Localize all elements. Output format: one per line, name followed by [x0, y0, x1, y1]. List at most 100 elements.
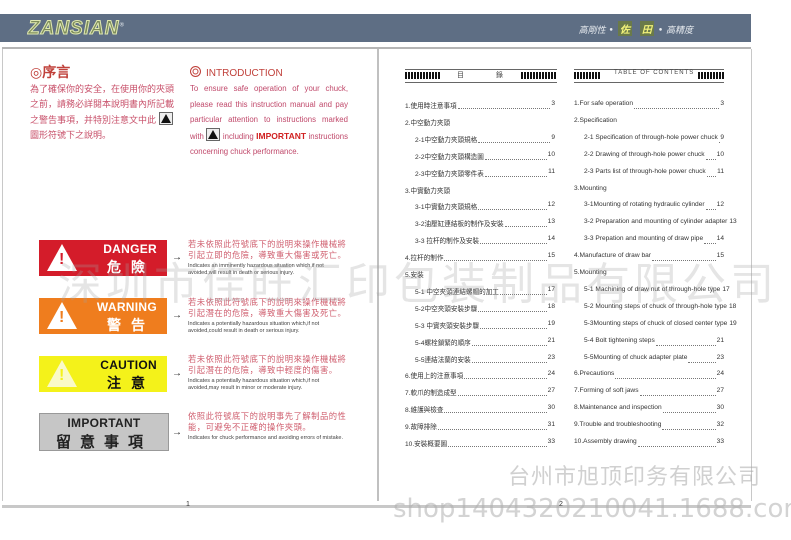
- toc-leader-dots: [484, 168, 548, 177]
- toc-leader-dots: [457, 387, 547, 397]
- toc-entry-title: 8.Maintenance and inspection: [574, 404, 662, 412]
- toc-leader-dots: [478, 134, 551, 143]
- watermark-url: shop1404320210041.1688.com: [393, 494, 791, 524]
- introduction-body: To ensure safe operation of your chuck, …: [190, 84, 348, 156]
- toc-entry-title: 5-5連結法蘭的安裝: [415, 356, 471, 364]
- toc-entry-page: 13: [729, 218, 737, 226]
- introduction-title: INTRODUCTION: [190, 66, 283, 79]
- toc-entry-title: 10.Assembly drawing: [574, 438, 637, 445]
- toc-leader-dots: [706, 168, 717, 177]
- preface-body: 為了確保你的安全，在使用你的夾頭之前，請務必詳閱本說明書內所記載之警告事項，并特…: [30, 84, 175, 140]
- toc-entry-page: 31: [547, 421, 555, 429]
- toc-leader-dots: [471, 337, 547, 346]
- toc-entry: 7.Forming of soft jaws 27: [574, 387, 724, 399]
- toc-entry: 6.使用上的注意事項 24: [405, 370, 555, 382]
- toc-entry: 3-3 Prepation and mounting of draw pipe 1…: [584, 235, 724, 247]
- toc-entry: 3-1中實動力夾頭規格 12: [415, 201, 555, 213]
- toc-header-english: TABLE OF CONTENTS: [574, 69, 724, 83]
- toc-entry: 2-1 Specification of through-hole power …: [584, 134, 724, 146]
- toc-leader-dots: [471, 354, 547, 363]
- toc-entry: 8.Maintenance and inspection 30: [574, 404, 724, 416]
- toc-entry-title: 5-4 Bolt tightening steps: [584, 336, 655, 344]
- toc-entry-page: 33: [547, 438, 555, 445]
- caution-description: 若未依照此符號底下的說明來操作機械將引起潛在的危險，導致中輕度的傷害。 Indic…: [188, 354, 347, 391]
- toc-entry-title: 5-4螺栓鎖緊的順序: [415, 339, 471, 347]
- toc-entry-title: 7.軟爪的制造成型: [405, 390, 457, 398]
- toc-entry-title: 9.故障排除: [405, 424, 437, 432]
- toc-entry: 6.Precautions 24: [574, 370, 724, 382]
- header-slogan: 高剛性 • 佐田 • 高精度: [579, 21, 693, 36]
- toc-entry: 3-2油壓缸連結板的制作及安裝 13: [415, 218, 555, 230]
- toc-leader-dots: [705, 151, 716, 160]
- toc-leader-dots: [634, 100, 720, 109]
- toc-entry-title: 3.Mounting: [574, 184, 607, 192]
- toc-leader-dots: [688, 354, 716, 363]
- toc-entry: 5-5連結法蘭的安裝 23: [415, 354, 555, 366]
- toc-entry: 3-3 拉杆的制作及安裝 14: [415, 235, 555, 247]
- toc-entry-title: 9.Trouble and troubleshooting: [574, 421, 662, 429]
- toc-entry: 2-3 Parts list of through-hole power chu…: [584, 168, 724, 180]
- toc-entry-page: 13: [547, 218, 555, 226]
- toc-entry-title: 2-2中空動力夾頭構造圖: [415, 153, 484, 161]
- toc-entry-page: 27: [716, 387, 724, 395]
- toc-leader-dots: [437, 421, 547, 431]
- caution-sign: ! CAUTION 注意: [39, 356, 167, 392]
- toc-leader-dots: [662, 421, 716, 431]
- toc-leader-dots: [704, 235, 716, 245]
- watermark-center: 深圳市佳旺汇印包装制品有限公司: [58, 259, 778, 310]
- toc-entry-page: 24: [547, 370, 555, 378]
- toc-entry-page: 21: [547, 336, 555, 344]
- toc-entry-title: 3-2油壓缸連結板的制作及安裝: [415, 221, 504, 229]
- toc-entry-title: 3-3 Prepation and mounting of draw pipe: [584, 235, 704, 243]
- toc-entry-page: 9: [720, 133, 724, 141]
- toc-header-chinese: 目 錄: [405, 69, 557, 83]
- toc-entry-page: 12: [716, 201, 724, 209]
- toc-entry-page: 11: [717, 167, 724, 175]
- toc-entry: 9.故障排除 31: [405, 421, 555, 433]
- toc-leader-dots: [615, 370, 716, 380]
- toc-leader-dots: [444, 404, 547, 414]
- arrow-icon: →: [172, 368, 182, 379]
- toc-entry-page: 23: [716, 353, 724, 361]
- toc-entry-page: 14: [716, 235, 724, 243]
- toc-entry-title: 2.中空動力夾頭: [405, 119, 451, 127]
- toc-entry-title: 2-3中空動力夾頭零件表: [415, 170, 484, 178]
- toc-entry: 3.中實動力夾頭: [405, 185, 555, 197]
- toc-leader-dots: [480, 235, 547, 245]
- slogan-highlight-2: 田: [639, 21, 654, 36]
- slogan-highlight-1: 佐: [617, 21, 632, 36]
- toc-entry: 5-4 Bolt tightening steps 21: [584, 337, 724, 349]
- toc-entry: 3-2 Preparation and mounting of cylinder…: [584, 218, 737, 230]
- double-circle-icon: [190, 66, 201, 77]
- toc-entry-title: 7.Forming of soft jaws: [574, 387, 639, 395]
- warning-triangle-icon: [158, 112, 173, 125]
- header-band: ZANSIAN® 高剛性 • 佐田 • 高精度: [0, 14, 751, 42]
- toc-entry-title: 3-2 Preparation and mounting of cylinder…: [584, 218, 728, 226]
- toc-leader-dots: [655, 337, 716, 346]
- toc-entry-title: 3-1Mounting of rotating hydraulic cylind…: [584, 201, 705, 209]
- important-sign: IMPORTANT 留意事項: [39, 413, 169, 451]
- page-number-left: 1: [186, 501, 190, 508]
- toc-leader-dots: [504, 218, 547, 228]
- toc-entry: 8.維護與檢查 30: [405, 404, 555, 416]
- toc-entry-title: 2-1 Specification of through-hole power …: [584, 133, 718, 141]
- toc-entry: 3-1Mounting of rotating hydraulic cylind…: [584, 201, 724, 213]
- toc-entry-title: 6.Precautions: [574, 370, 615, 378]
- preface-title: ◎序言: [30, 65, 71, 81]
- toc-leader-dots: [705, 201, 716, 211]
- toc-entry-title: 8.維護與檢查: [405, 407, 444, 415]
- toc-entry-page: 33: [716, 438, 724, 445]
- toc-entry-page: 19: [729, 319, 737, 327]
- toc-entry-page: 14: [547, 235, 555, 243]
- toc-entry: 9.Trouble and troubleshooting 32: [574, 421, 724, 433]
- toc-leader-dots: [464, 370, 547, 380]
- toc-entry-title: 5-3Mounting steps of chuck of closed cen…: [584, 319, 728, 327]
- toc-entry-page: 21: [716, 336, 724, 344]
- toc-entry-page: 10: [547, 150, 555, 158]
- toc-entry-page: 9: [551, 133, 555, 141]
- warning-triangle-icon: [206, 127, 221, 141]
- toc-entry-page: 32: [716, 421, 724, 429]
- toc-entry: 5-4螺栓鎖緊的順序 21: [415, 337, 555, 349]
- toc-entry-page: 23: [547, 353, 555, 361]
- toc-entry-page: 12: [547, 201, 555, 209]
